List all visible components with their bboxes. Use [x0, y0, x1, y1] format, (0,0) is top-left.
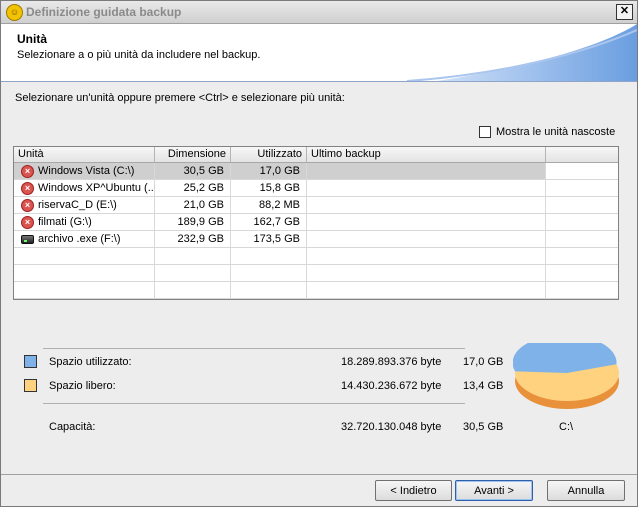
- filler-cell: [546, 163, 618, 179]
- drive-used-cell: 17,0 GB: [231, 163, 307, 179]
- hard-drive-icon: [21, 235, 34, 244]
- empty-cell: [546, 282, 618, 298]
- page-title: Unità: [17, 32, 47, 46]
- free-space-gb: 13,4 GB: [463, 380, 504, 392]
- free-space-label: Spazio libero:: [49, 380, 116, 392]
- capacity-bytes: 32.720.130.048 byte: [341, 421, 442, 433]
- title-bar[interactable]: ☺ Definizione guidata backup ✕: [1, 1, 637, 24]
- empty-cell: [546, 265, 618, 281]
- drive-name: Windows XP^Ubuntu (...: [38, 182, 155, 194]
- empty-cell: [307, 248, 546, 264]
- table-row[interactable]: × Windows XP^Ubuntu (... 25,2 GB 15,8 GB: [14, 180, 618, 197]
- disk-usage-pie: [513, 343, 619, 409]
- free-space-swatch: [24, 379, 37, 392]
- error-icon: ×: [21, 165, 34, 178]
- empty-cell: [546, 248, 618, 264]
- drive-name-cell[interactable]: × Windows Vista (C:\): [14, 163, 155, 179]
- drive-last-backup-cell: [307, 214, 546, 230]
- header-swoosh-graphic: [406, 24, 637, 81]
- wizard-window: ☺ Definizione guidata backup ✕ Unità Sel…: [0, 0, 638, 507]
- error-icon: ×: [21, 182, 34, 195]
- drive-name: Windows Vista (C:\): [38, 165, 135, 177]
- used-space-label: Spazio utilizzato:: [49, 356, 132, 368]
- page-subtitle: Selezionare a o più unità da includere n…: [17, 49, 261, 61]
- drive-name-cell[interactable]: × riservaC_D (E:\): [14, 197, 155, 213]
- drive-name: filmati (G:\): [38, 216, 92, 228]
- filler-cell: [546, 214, 618, 230]
- capacity-label: Capacità:: [49, 421, 96, 433]
- table-header: Unità Dimensione Utilizzato Ultimo backu…: [14, 147, 618, 163]
- column-header-last-backup[interactable]: Ultimo backup: [307, 147, 546, 162]
- drive-last-backup-cell: [307, 180, 546, 196]
- used-space-bytes: 18.289.893.376 byte: [341, 356, 442, 368]
- drive-name: archivo .exe (F:\): [38, 233, 121, 245]
- drives-table[interactable]: Unità Dimensione Utilizzato Ultimo backu…: [13, 146, 619, 300]
- empty-cell: [231, 282, 307, 298]
- column-header-used[interactable]: Utilizzato: [231, 147, 307, 162]
- column-header-unit[interactable]: Unità: [14, 147, 155, 162]
- error-icon: ×: [21, 216, 34, 229]
- free-space-bytes: 14.430.236.672 byte: [341, 380, 442, 392]
- empty-cell: [231, 248, 307, 264]
- column-header-size[interactable]: Dimensione: [155, 147, 231, 162]
- table-row[interactable]: × filmati (G:\) 189,9 GB 162,7 GB: [14, 214, 618, 231]
- capacity-gb: 30,5 GB: [463, 421, 504, 433]
- empty-cell: [307, 282, 546, 298]
- close-button[interactable]: ✕: [616, 4, 633, 20]
- drive-used-cell: 173,5 GB: [231, 231, 307, 247]
- show-hidden-label: Mostra le unità nascoste: [496, 126, 616, 138]
- empty-cell: [155, 282, 231, 298]
- drive-size-cell: 189,9 GB: [155, 214, 231, 230]
- empty-table-row: [14, 248, 618, 265]
- empty-cell: [14, 248, 155, 264]
- footer-divider: [1, 474, 637, 475]
- window-title: Definizione guidata backup: [26, 5, 182, 19]
- backup-app-icon: ☺: [6, 4, 23, 21]
- next-button[interactable]: Avanti >: [455, 480, 533, 501]
- show-hidden-checkbox[interactable]: [479, 126, 491, 138]
- empty-table-row: [14, 265, 618, 282]
- table-row[interactable]: × riservaC_D (E:\) 21,0 GB 88,2 MB: [14, 197, 618, 214]
- drive-last-backup-cell: [307, 231, 546, 247]
- filler-cell: [546, 180, 618, 196]
- column-header-filler: [546, 147, 618, 162]
- table-row[interactable]: archivo .exe (F:\) 232,9 GB 173,5 GB: [14, 231, 618, 248]
- pie-drive-label: C:\: [559, 421, 574, 433]
- filler-cell: [546, 197, 618, 213]
- empty-cell: [307, 265, 546, 281]
- used-space-gb: 17,0 GB: [463, 356, 504, 368]
- drive-name-cell[interactable]: × filmati (G:\): [14, 214, 155, 230]
- table-body: × Windows Vista (C:\) 30,5 GB 17,0 GB × Windo…: [14, 163, 618, 299]
- summary-divider-top: [43, 348, 465, 349]
- used-space-swatch: [24, 355, 37, 368]
- drive-last-backup-cell: [307, 197, 546, 213]
- error-icon: ×: [21, 199, 34, 212]
- empty-cell: [155, 265, 231, 281]
- drive-size-cell: 21,0 GB: [155, 197, 231, 213]
- table-row[interactable]: × Windows Vista (C:\) 30,5 GB 17,0 GB: [14, 163, 618, 180]
- empty-cell: [14, 282, 155, 298]
- instructions-text: Selezionare un'unità oppure premere <Ctr…: [15, 92, 345, 104]
- drive-name-cell[interactable]: archivo .exe (F:\): [14, 231, 155, 247]
- summary-divider-bottom: [43, 403, 465, 404]
- drive-size-cell: 25,2 GB: [155, 180, 231, 196]
- empty-cell: [231, 265, 307, 281]
- filler-cell: [546, 231, 618, 247]
- drive-used-cell: 88,2 MB: [231, 197, 307, 213]
- drive-used-cell: 162,7 GB: [231, 214, 307, 230]
- empty-cell: [14, 265, 155, 281]
- drive-last-backup-cell: [307, 163, 546, 179]
- drive-name-cell[interactable]: × Windows XP^Ubuntu (...: [14, 180, 155, 196]
- drive-name: riservaC_D (E:\): [38, 199, 117, 211]
- wizard-header: Unità Selezionare a o più unità da inclu…: [1, 24, 637, 82]
- cancel-button[interactable]: Annulla: [547, 480, 625, 501]
- drive-size-cell: 232,9 GB: [155, 231, 231, 247]
- empty-table-row: [14, 282, 618, 299]
- empty-cell: [155, 248, 231, 264]
- drive-size-cell: 30,5 GB: [155, 163, 231, 179]
- drive-used-cell: 15,8 GB: [231, 180, 307, 196]
- back-button[interactable]: < Indietro: [375, 480, 452, 501]
